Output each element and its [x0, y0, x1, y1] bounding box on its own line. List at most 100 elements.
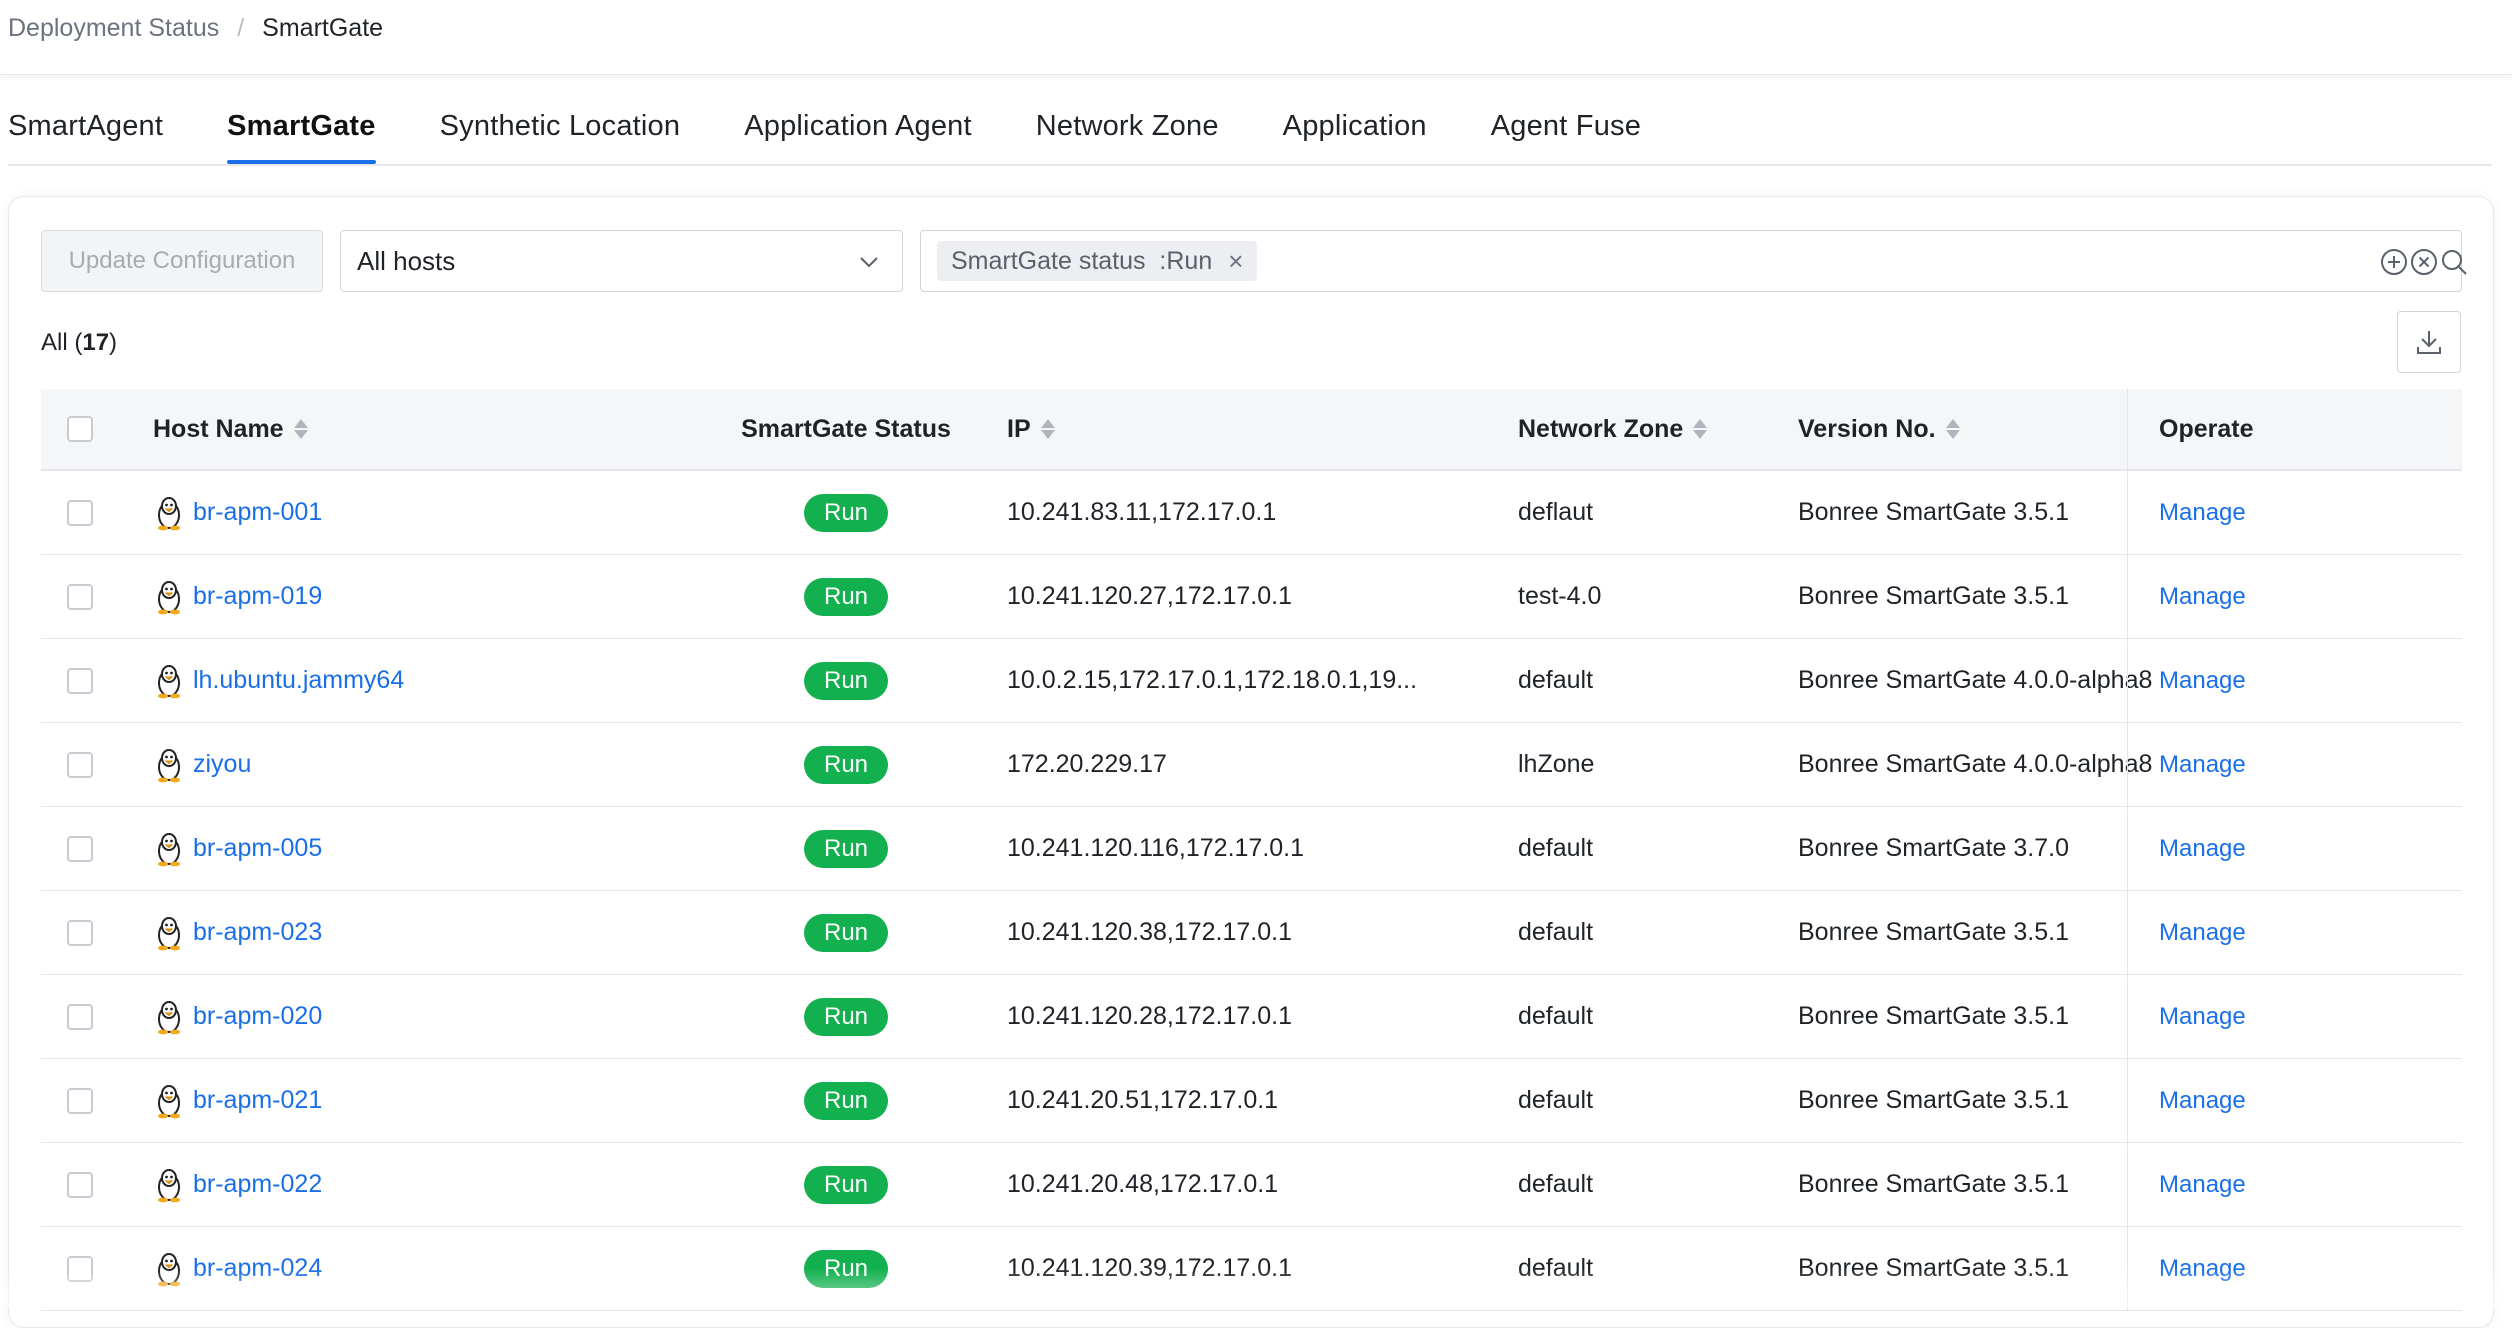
host-name-link[interactable]: br-apm-021 — [193, 1086, 322, 1115]
status-badge: Run — [803, 913, 889, 952]
row-checkbox[interactable] — [67, 835, 93, 862]
add-circle-icon[interactable] — [2379, 247, 2409, 277]
column-divider — [2127, 807, 2128, 890]
row-checkbox[interactable] — [67, 667, 93, 694]
column-divider — [2127, 471, 2128, 554]
status-badge: Run — [803, 997, 889, 1036]
table-row[interactable]: br-apm-022 Run 10.241.20.48,172.17.0.1 d… — [41, 1143, 2462, 1227]
row-checkbox[interactable] — [67, 751, 93, 778]
hosts-table: Host Name SmartGate Status IP Network Zo… — [41, 389, 2462, 1311]
linux-penguin-icon — [158, 916, 180, 950]
manage-link[interactable]: Manage — [2159, 919, 2246, 947]
top-bar: Deployment Status / SmartGate — [0, 0, 2512, 75]
table-row[interactable]: br-apm-020 Run 10.241.120.28,172.17.0.1 … — [41, 975, 2462, 1059]
column-version[interactable]: Version No. — [1798, 389, 1960, 469]
sort-icon[interactable] — [1693, 419, 1708, 439]
breadcrumb-separator: / — [237, 14, 245, 42]
result-count-value: 17 — [82, 329, 110, 356]
table-header: Host Name SmartGate Status IP Network Zo… — [41, 389, 2462, 471]
column-ip[interactable]: IP — [1007, 389, 1055, 469]
search-icon[interactable] — [2439, 247, 2469, 277]
host-name-link[interactable]: br-apm-022 — [193, 1170, 322, 1199]
clear-circle-icon[interactable] — [2409, 247, 2439, 277]
column-ip-label: IP — [1007, 414, 1031, 443]
ip-cell: 172.20.229.17 — [1007, 750, 1167, 778]
table-row[interactable]: ziyou Run 172.20.229.17 lhZone Bonree Sm… — [41, 723, 2462, 807]
select-all-checkbox[interactable] — [67, 416, 93, 442]
ip-cell: 10.241.20.48,172.17.0.1 — [1007, 1170, 1279, 1198]
network-zone-cell: test-4.0 — [1518, 582, 1602, 610]
manage-link[interactable]: Manage — [2159, 1171, 2246, 1199]
table-row[interactable]: br-apm-024 Run 10.241.120.39,172.17.0.1 … — [41, 1227, 2462, 1311]
filter-search-box[interactable]: SmartGate status :Run × — [920, 230, 2467, 292]
table-row[interactable]: lh.ubuntu.jammy64 Run 10.0.2.15,172.17.0… — [41, 639, 2462, 723]
tab-synthetic-location[interactable]: Synthetic Location — [440, 100, 681, 162]
tab-smartagent[interactable]: SmartAgent — [8, 100, 163, 162]
sort-icon[interactable] — [1945, 419, 1960, 439]
host-name-link[interactable]: lh.ubuntu.jammy64 — [193, 666, 404, 695]
tab-network-zone[interactable]: Network Zone — [1036, 100, 1219, 162]
manage-link[interactable]: Manage — [2159, 499, 2246, 527]
download-icon — [2417, 331, 2441, 354]
close-icon[interactable]: × — [1228, 248, 1243, 274]
linux-penguin-icon — [158, 1252, 180, 1286]
breadcrumb-parent[interactable]: Deployment Status — [8, 14, 219, 43]
linux-penguin-icon — [158, 832, 180, 866]
manage-link[interactable]: Manage — [2159, 1087, 2246, 1115]
host-name-link[interactable]: br-apm-005 — [193, 834, 322, 863]
network-zone-cell: deflaut — [1518, 498, 1594, 526]
tab-application[interactable]: Application — [1283, 100, 1427, 162]
ip-cell: 10.0.2.15,172.17.0.1,172.18.0.1,19... — [1007, 666, 1418, 694]
network-zone-cell: default — [1518, 1086, 1594, 1114]
version-cell: Bonree SmartGate 3.5.1 — [1798, 498, 2069, 526]
column-divider — [2127, 1059, 2128, 1142]
sort-icon[interactable] — [293, 419, 308, 439]
tab-application-agent[interactable]: Application Agent — [744, 100, 972, 162]
tab-agent-fuse[interactable]: Agent Fuse — [1491, 100, 1641, 162]
sort-icon[interactable] — [1040, 419, 1055, 439]
host-select[interactable]: All hosts — [340, 230, 903, 292]
row-checkbox[interactable] — [67, 1255, 93, 1282]
column-version-label: Version No. — [1798, 414, 1936, 443]
row-checkbox[interactable] — [67, 1171, 93, 1198]
row-checkbox[interactable] — [67, 583, 93, 610]
manage-link[interactable]: Manage — [2159, 583, 2246, 611]
network-zone-cell: default — [1518, 1002, 1594, 1030]
status-badge: Run — [803, 661, 889, 700]
host-name-link[interactable]: br-apm-019 — [193, 582, 322, 611]
column-network-zone[interactable]: Network Zone — [1518, 389, 1708, 469]
ip-cell: 10.241.120.28,172.17.0.1 — [1007, 1002, 1292, 1030]
filter-tag-smartgate-status: SmartGate status :Run × — [937, 241, 1258, 281]
network-zone-cell: default — [1518, 1254, 1594, 1282]
tab-bar: SmartAgent SmartGate Synthetic Location … — [8, 100, 2492, 166]
table-row[interactable]: br-apm-005 Run 10.241.120.116,172.17.0.1… — [41, 807, 2462, 891]
row-checkbox[interactable] — [67, 499, 93, 526]
status-badge: Run — [803, 1249, 889, 1288]
host-name-link[interactable]: br-apm-001 — [193, 498, 322, 527]
manage-link[interactable]: Manage — [2159, 751, 2246, 779]
breadcrumb-current: SmartGate — [262, 14, 384, 42]
tab-smartgate[interactable]: SmartGate — [227, 100, 377, 164]
column-divider — [2127, 1143, 2128, 1226]
table-row[interactable]: br-apm-001 Run 10.241.83.11,172.17.0.1 d… — [41, 471, 2462, 555]
update-configuration-button[interactable]: Update Configuration — [41, 230, 323, 292]
host-name-link[interactable]: br-apm-024 — [193, 1254, 322, 1283]
table-row[interactable]: br-apm-021 Run 10.241.20.51,172.17.0.1 d… — [41, 1059, 2462, 1143]
host-name-link[interactable]: br-apm-020 — [193, 1002, 322, 1031]
version-cell: Bonree SmartGate 3.5.1 — [1798, 1254, 2069, 1282]
row-checkbox[interactable] — [67, 919, 93, 946]
host-name-link[interactable]: br-apm-023 — [193, 918, 322, 947]
row-checkbox[interactable] — [67, 1087, 93, 1114]
table-row[interactable]: br-apm-023 Run 10.241.120.38,172.17.0.1 … — [41, 891, 2462, 975]
host-name-link[interactable]: ziyou — [193, 750, 251, 779]
download-button[interactable] — [2397, 311, 2461, 373]
manage-link[interactable]: Manage — [2159, 835, 2246, 863]
manage-link[interactable]: Manage — [2159, 1255, 2246, 1283]
status-badge: Run — [803, 1165, 889, 1204]
manage-link[interactable]: Manage — [2159, 1003, 2246, 1031]
manage-link[interactable]: Manage — [2159, 667, 2246, 695]
filter-tag-label: SmartGate status :Run — [951, 246, 1213, 275]
row-checkbox[interactable] — [67, 1003, 93, 1030]
table-row[interactable]: br-apm-019 Run 10.241.120.27,172.17.0.1 … — [41, 555, 2462, 639]
column-host-name[interactable]: Host Name — [153, 389, 308, 469]
